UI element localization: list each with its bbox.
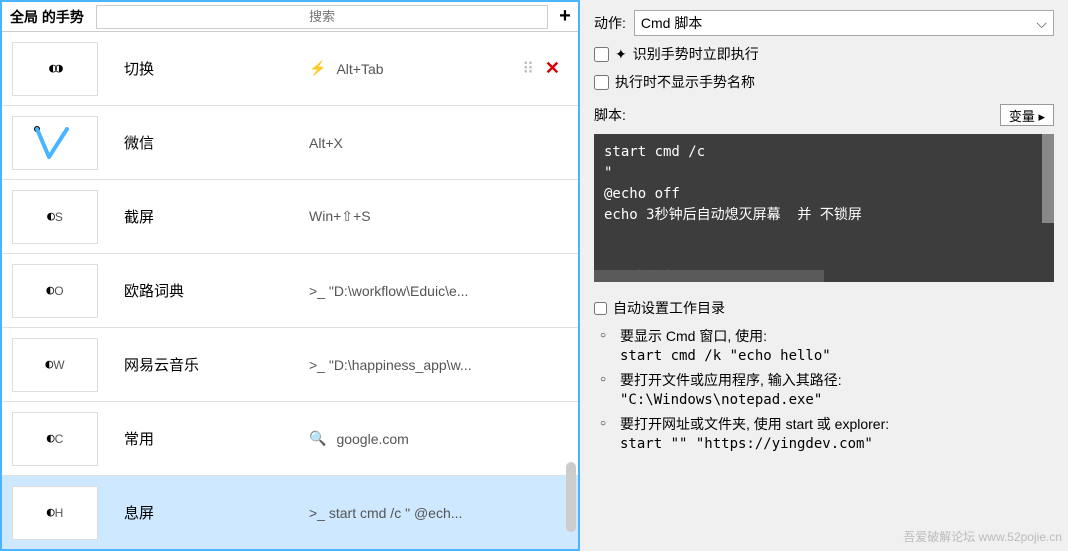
gesture-action: 🔍 google.com — [309, 430, 578, 447]
watermark: 吾爱破解论坛 www.52pojie.cn — [903, 528, 1062, 545]
checkbox-instant-exec[interactable]: ✦ 识别手势时立即执行 — [594, 44, 1054, 64]
gesture-name: 切换 — [124, 58, 309, 79]
gesture-action-text: Win+⇧+S — [309, 208, 371, 225]
help-list: 要显示 Cmd 窗口, 使用: start cmd /k "echo hello"… — [594, 326, 1054, 458]
checkbox-instant-exec-label: 识别手势时立即执行 — [633, 44, 759, 64]
help-item-text: 要显示 Cmd 窗口, 使用: — [620, 326, 1054, 346]
checkbox-auto-dir[interactable]: 自动设置工作目录 — [594, 298, 1054, 318]
variables-button[interactable]: 变量 ▸ — [1000, 104, 1054, 126]
gesture-name: 截屏 — [124, 206, 309, 227]
action-select-value: Cmd 脚本 — [641, 13, 702, 33]
gesture-action-text: Alt+X — [309, 135, 343, 151]
gesture-list: ◐◑切换⚡Alt+Tab⠿✕微信Alt+X◐S截屏Win+⇧+S◐O欧路词典>_… — [2, 32, 578, 549]
panel-title: 全局 的手势 — [2, 7, 92, 27]
help-item-code: start cmd /k "echo hello" — [620, 348, 1054, 364]
bolt-icon: ✦ — [615, 46, 627, 63]
gesture-icon — [12, 116, 98, 170]
action-row: 动作: Cmd 脚本 ⌵ — [594, 10, 1054, 36]
gesture-icon: ◐S — [12, 190, 98, 244]
gesture-row[interactable]: ◐O 欧路词典>_ "D:\workflow\Eduic\e... — [2, 254, 578, 328]
gesture-icon: ◐H — [12, 486, 98, 540]
gesture-name: 网易云音乐 — [124, 354, 309, 375]
gesture-action-text: >_ start cmd /c " @ech... — [309, 505, 462, 521]
gesture-action-text: >_ "D:\happiness_app\w... — [309, 357, 472, 373]
gesture-name: 微信 — [124, 132, 309, 153]
gesture-action: >_ "D:\workflow\Eduic\e... — [309, 283, 578, 299]
chevron-down-icon: ⌵ — [1036, 15, 1047, 32]
checkbox-hide-name[interactable]: 执行时不显示手势名称 — [594, 72, 1054, 92]
checkbox-auto-dir-label: 自动设置工作目录 — [613, 298, 725, 318]
action-label: 动作: — [594, 13, 626, 33]
gesture-row[interactable]: ◐H 息屏>_ start cmd /c " @ech... — [2, 476, 578, 549]
help-item-code: "C:\Windows\notepad.exe" — [620, 392, 1054, 408]
bolt-icon: ⚡ — [309, 60, 326, 77]
gesture-action: Alt+X — [309, 135, 578, 151]
help-item: 要打开文件或应用程序, 输入其路径: "C:\Windows\notepad.ex… — [606, 370, 1054, 408]
help-item-code: start "" "https://yingdev.com" — [620, 436, 1054, 452]
gesture-action-text: Alt+Tab — [336, 61, 383, 77]
script-h-scrollbar[interactable] — [594, 270, 824, 282]
delete-button[interactable]: ✕ — [545, 58, 560, 79]
gesture-icon: ◐O — [12, 264, 98, 318]
gesture-name: 息屏 — [124, 502, 309, 523]
row-controls: ⠿✕ — [492, 32, 578, 105]
checkbox-hide-name-label: 执行时不显示手势名称 — [615, 72, 755, 92]
script-label: 脚本: — [594, 105, 626, 125]
gesture-icon: ◐W — [12, 338, 98, 392]
gesture-row[interactable]: ◐S 截屏Win+⇧+S — [2, 180, 578, 254]
checkbox-instant-exec-input[interactable] — [594, 47, 609, 62]
script-textarea[interactable]: start cmd /c " @echo off echo 3秒钟后自动熄灭屏幕… — [594, 134, 1054, 282]
help-item-text: 要打开文件或应用程序, 输入其路径: — [620, 370, 1054, 390]
add-gesture-button[interactable]: + — [552, 4, 578, 30]
script-content: start cmd /c " @echo off echo 3秒钟后自动熄灭屏幕… — [604, 144, 862, 282]
gesture-row[interactable]: ◐W 网易云音乐>_ "D:\happiness_app\w... — [2, 328, 578, 402]
gesture-icon: ◐C — [12, 412, 98, 466]
gesture-icon: ◐◑ — [12, 42, 98, 96]
left-panel: 全局 的手势 + ◐◑切换⚡Alt+Tab⠿✕微信Alt+X◐S截屏Win+⇧+… — [0, 0, 580, 551]
drag-handle-icon[interactable]: ⠿ — [522, 59, 535, 79]
gesture-name: 欧路词典 — [124, 280, 309, 301]
search-input[interactable] — [96, 5, 548, 29]
checkbox-auto-dir-input[interactable] — [594, 302, 607, 315]
help-item: 要显示 Cmd 窗口, 使用: start cmd /k "echo hello" — [606, 326, 1054, 364]
gesture-row[interactable]: 微信Alt+X — [2, 106, 578, 180]
search-box — [96, 5, 548, 29]
search-icon: 🔍 — [309, 430, 326, 447]
checkbox-hide-name-input[interactable] — [594, 75, 609, 90]
gesture-action-text: google.com — [336, 431, 408, 447]
gesture-action: Win+⇧+S — [309, 208, 578, 225]
gesture-action: >_ start cmd /c " @ech... — [309, 505, 578, 521]
gesture-action: >_ "D:\happiness_app\w... — [309, 357, 578, 373]
script-v-scrollbar[interactable] — [1042, 134, 1054, 223]
list-scrollbar[interactable] — [566, 462, 576, 532]
gesture-action-text: >_ "D:\workflow\Eduic\e... — [309, 283, 468, 299]
help-item-text: 要打开网址或文件夹, 使用 start 或 explorer: — [620, 414, 1054, 434]
gesture-row[interactable]: ◐◑切换⚡Alt+Tab⠿✕ — [2, 32, 578, 106]
right-panel: 动作: Cmd 脚本 ⌵ ✦ 识别手势时立即执行 执行时不显示手势名称 脚本: … — [580, 0, 1068, 551]
help-item: 要打开网址或文件夹, 使用 start 或 explorer: start "" … — [606, 414, 1054, 452]
left-header: 全局 的手势 + — [2, 2, 578, 32]
action-select[interactable]: Cmd 脚本 ⌵ — [634, 10, 1054, 36]
gesture-row[interactable]: ◐C 常用🔍 google.com — [2, 402, 578, 476]
gesture-name: 常用 — [124, 428, 309, 449]
script-header: 脚本: 变量 ▸ — [594, 104, 1054, 126]
